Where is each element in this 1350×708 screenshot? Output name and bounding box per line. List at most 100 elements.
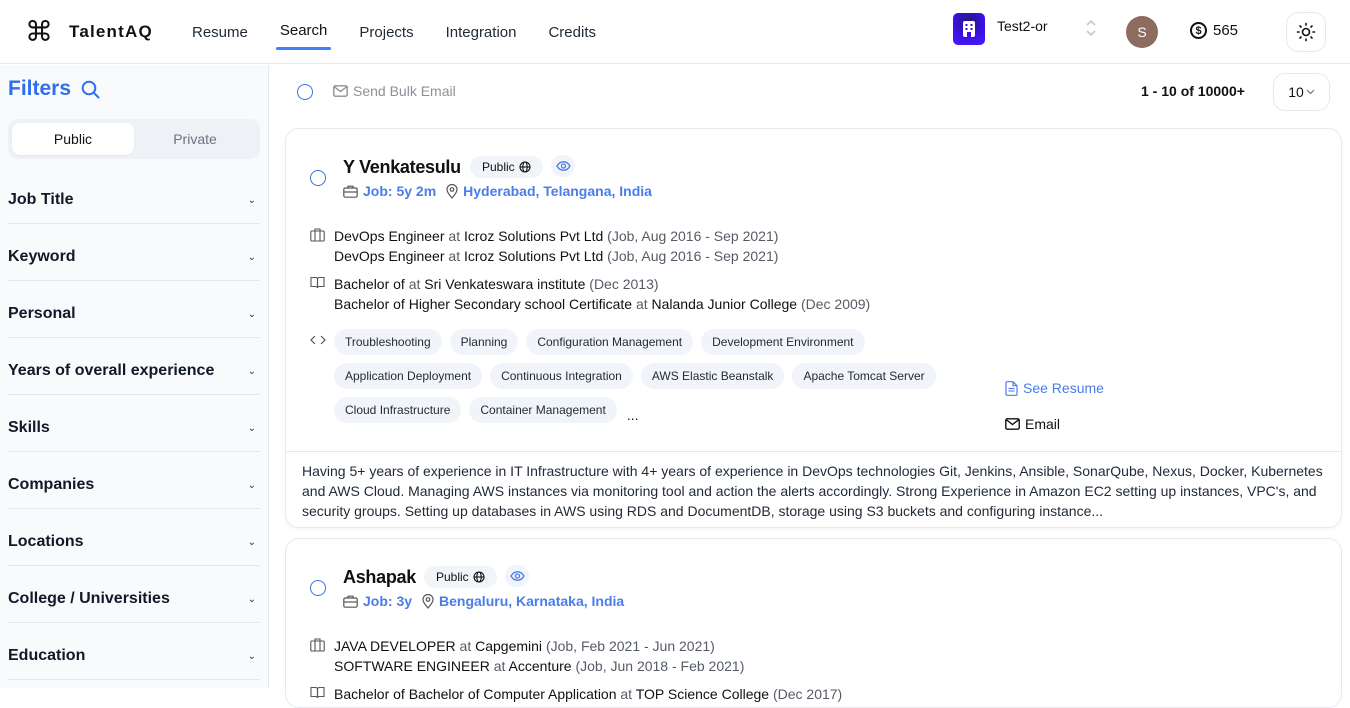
filter-education[interactable]: Education ⌄: [8, 623, 260, 680]
brand-logo[interactable]: ⌘ TalentAQ: [25, 18, 153, 46]
document-icon: [1005, 380, 1018, 396]
chevron-down-icon: ⌄: [247, 308, 256, 320]
chevron-down-icon: ⌄: [247, 365, 256, 377]
email-candidate-button[interactable]: Email: [1005, 416, 1060, 432]
view-profile-button[interactable]: [505, 565, 529, 587]
select-all-radio[interactable]: [297, 84, 313, 100]
theme-toggle-button[interactable]: [1286, 12, 1326, 52]
nav-credits[interactable]: Credits: [532, 0, 612, 64]
skill-chip[interactable]: Application Deployment: [334, 363, 483, 389]
filter-skills[interactable]: Skills ⌄: [8, 395, 260, 452]
filter-locations[interactable]: Locations ⌄: [8, 509, 260, 566]
candidate-name[interactable]: Ashapak: [343, 567, 416, 588]
chevron-updown-icon[interactable]: [1086, 19, 1096, 37]
filter-colleges[interactable]: College / Universities ⌄: [8, 566, 260, 623]
education-entry: Bachelor of at Sri Venkateswara institut…: [334, 276, 659, 292]
eye-icon: [555, 161, 571, 171]
toggle-public[interactable]: Public: [12, 123, 134, 155]
send-bulk-email-button[interactable]: Send Bulk Email: [333, 83, 456, 99]
more-skills-indicator[interactable]: ...: [625, 397, 639, 423]
skill-chip[interactable]: Apache Tomcat Server: [792, 363, 936, 389]
job-entry: DevOps Engineer at Icroz Solutions Pvt L…: [334, 248, 779, 264]
search-icon[interactable]: [81, 80, 100, 99]
candidate-name[interactable]: Y Venkatesulu: [343, 157, 461, 178]
results-panel: Send Bulk Email 1 - 10 of 10000+ 10 Y Ve…: [270, 65, 1350, 708]
nav-projects[interactable]: Projects: [343, 0, 429, 64]
book-open-icon: [310, 274, 334, 314]
job-entry: DevOps Engineer at Icroz Solutions Pvt L…: [334, 228, 779, 244]
location-text: Hyderabad, Telangana, India: [463, 183, 652, 199]
candidate-select-radio[interactable]: [310, 580, 326, 596]
candidate-card: Y Venkatesulu Public Job: 5y 2m Hyderaba…: [285, 128, 1342, 528]
org-name: Test2-or: [997, 18, 1048, 34]
map-pin-icon: [446, 183, 458, 199]
education-history: Bachelor of Bachelor of Computer Applica…: [310, 684, 842, 704]
chevron-down-icon: ⌄: [247, 251, 256, 263]
job-entry: SOFTWARE ENGINEER at Accenture (Job, Jun…: [334, 658, 745, 674]
code-icon: [310, 329, 334, 423]
filter-companies[interactable]: Companies ⌄: [8, 452, 260, 509]
mail-icon: [333, 85, 348, 97]
filter-label: Skills: [8, 419, 50, 436]
page-size-select[interactable]: 10: [1273, 73, 1330, 111]
brand-name: TalentAQ: [69, 22, 153, 41]
experience-text: Job: 3y: [363, 593, 413, 609]
filter-label: Personal: [8, 305, 76, 322]
chevron-down-icon: [1306, 87, 1315, 97]
experience-text: Job: 5y 2m: [363, 183, 437, 199]
filter-label: Companies: [8, 476, 95, 493]
skill-chip[interactable]: Troubleshooting: [334, 329, 442, 355]
nav-search-label: Search: [279, 21, 328, 39]
visibility-label: Public: [436, 570, 469, 584]
chevron-down-icon: ⌄: [247, 593, 256, 605]
building-icon: [310, 226, 334, 266]
skill-chip[interactable]: Cloud Infrastructure: [334, 397, 462, 423]
education-entry: Bachelor of Higher Secondary school Cert…: [334, 296, 871, 312]
candidate-select-radio[interactable]: [310, 170, 326, 186]
work-history: JAVA DEVELOPER at Capgemini (Job, Feb 20…: [310, 636, 744, 676]
skill-chip[interactable]: Container Management: [469, 397, 617, 423]
filter-label: Keyword: [8, 248, 76, 265]
filter-keyword[interactable]: Keyword ⌄: [8, 224, 260, 281]
see-resume-link[interactable]: See Resume: [1005, 380, 1104, 396]
nav-projects-label: Projects: [359, 23, 414, 41]
mail-icon: [1005, 418, 1020, 430]
globe-icon: [473, 571, 485, 583]
location-text: Bengaluru, Karnataka, India: [439, 593, 625, 609]
filter-label: Education: [8, 647, 86, 664]
main-nav: Resume Search Projects Integration Credi…: [176, 0, 612, 64]
sun-icon: [1296, 22, 1316, 42]
top-navbar: ⌘ TalentAQ Resume Search Projects Integr…: [0, 0, 1350, 64]
view-profile-button[interactable]: [551, 155, 575, 177]
skill-chip[interactable]: Continuous Integration: [490, 363, 633, 389]
chevron-down-icon: ⌄: [247, 536, 256, 548]
nav-search[interactable]: Search: [264, 0, 344, 64]
candidate-meta: Job: 5y 2m Hyderabad, Telangana, India: [343, 183, 652, 199]
nav-integration[interactable]: Integration: [430, 0, 533, 64]
filters-title-text: Filters: [8, 77, 72, 100]
chevron-down-icon: ⌄: [247, 194, 256, 206]
filter-job-title[interactable]: Job Title ⌄: [8, 167, 260, 224]
org-switcher[interactable]: Test2-or: [953, 13, 1048, 45]
skill-chip[interactable]: Planning: [449, 329, 519, 355]
filter-label: Locations: [8, 533, 84, 550]
candidate-meta: Job: 3y Bengaluru, Karnataka, India: [343, 593, 624, 609]
user-avatar[interactable]: S: [1126, 16, 1158, 48]
chevron-down-icon: ⌄: [247, 479, 256, 491]
filter-personal[interactable]: Personal ⌄: [8, 281, 260, 338]
visibility-badge: Public: [424, 566, 497, 588]
education-history: Bachelor of at Sri Venkateswara institut…: [310, 274, 870, 314]
visibility-badge: Public: [470, 156, 543, 178]
education-entry: Bachelor of Bachelor of Computer Applica…: [334, 686, 843, 702]
email-label: Email: [1025, 416, 1061, 432]
filter-label: Years of overall experience: [8, 362, 215, 379]
filter-years-experience[interactable]: Years of overall experience ⌄: [8, 338, 260, 395]
skill-chip[interactable]: AWS Elastic Beanstalk: [640, 363, 785, 389]
toggle-private[interactable]: Private: [134, 123, 256, 155]
skill-chips: Troubleshooting Planning Configuration M…: [334, 329, 974, 423]
credits-balance[interactable]: $ 565: [1190, 22, 1238, 39]
skill-chip[interactable]: Development Environment: [701, 329, 865, 355]
nav-resume[interactable]: Resume: [176, 0, 264, 64]
skill-chip[interactable]: Configuration Management: [526, 329, 694, 355]
skills-section: Troubleshooting Planning Configuration M…: [310, 329, 974, 423]
